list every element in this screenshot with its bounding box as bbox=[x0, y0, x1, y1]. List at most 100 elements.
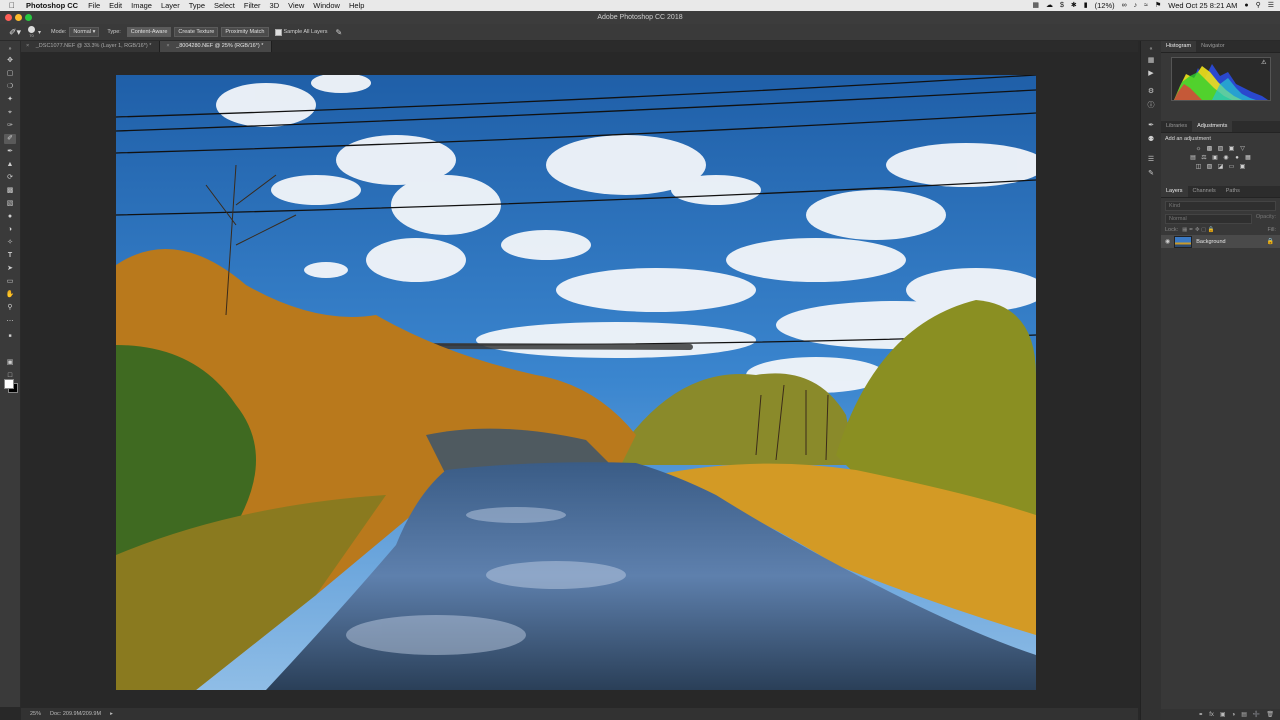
brushes-panel-icon[interactable]: ⚉ bbox=[1146, 135, 1156, 145]
tab-channels[interactable]: Channels bbox=[1188, 186, 1221, 197]
menu-help[interactable]: Help bbox=[349, 0, 364, 11]
tab-8004280[interactable]: × _8004280.NEF @ 25% (RGB/16*) * bbox=[160, 41, 273, 52]
link-layers-icon[interactable]: ⚭ bbox=[1198, 711, 1203, 718]
volume-icon[interactable]: ♪ bbox=[1134, 0, 1138, 11]
spot-healing-brush-tool-icon[interactable]: ✐ bbox=[4, 134, 16, 144]
menu-3d[interactable]: 3D bbox=[270, 0, 280, 11]
crop-tool-icon[interactable]: ⌖ bbox=[4, 108, 16, 118]
wifi-icon[interactable]: ≈ bbox=[1144, 0, 1148, 11]
canvas-area[interactable] bbox=[21, 52, 1138, 708]
edit-toolbar-icon[interactable]: ⋯ bbox=[4, 317, 16, 327]
eyedropper-tool-icon[interactable]: ✑ bbox=[4, 121, 16, 131]
pen-tool-icon[interactable]: ✧ bbox=[4, 238, 16, 248]
dropbox-icon[interactable]: ▦ bbox=[1032, 0, 1039, 11]
quick-mask-icon[interactable]: ▣ bbox=[4, 358, 16, 368]
brush-settings-icon[interactable]: ✒ bbox=[1146, 121, 1156, 131]
layer-style-icon[interactable]: fx bbox=[1209, 712, 1214, 718]
eraser-tool-icon[interactable]: ▩ bbox=[4, 186, 16, 196]
brush-dropdown-icon[interactable]: ▾ bbox=[38, 29, 41, 36]
hue-saturation-icon[interactable]: ▤ bbox=[1190, 155, 1197, 161]
menubar-clock[interactable]: Wed Oct 25 8:21 AM bbox=[1168, 0, 1237, 11]
blend-mode-select[interactable]: Normal bbox=[1165, 214, 1252, 224]
curves-icon[interactable]: ▨ bbox=[1217, 146, 1224, 152]
clone-stamp-tool-icon[interactable]: ▲ bbox=[4, 160, 16, 170]
photo-filter-icon[interactable]: ◉ bbox=[1223, 155, 1230, 161]
histogram-warning-icon[interactable]: ⚠ bbox=[1261, 59, 1266, 66]
creative-cloud-icon[interactable]: ∞ bbox=[1122, 0, 1127, 11]
vibrance-icon[interactable]: ▽ bbox=[1239, 146, 1246, 152]
flag-icon[interactable]: ⚑ bbox=[1155, 0, 1161, 11]
foreground-color-swatch[interactable] bbox=[4, 379, 14, 389]
spotlight-search-icon[interactable]: ⚲ bbox=[1256, 0, 1261, 11]
menu-layer[interactable]: Layer bbox=[161, 0, 180, 11]
new-group-icon[interactable]: ▤ bbox=[1241, 711, 1247, 718]
spot-healing-brush-preset-icon[interactable]: ✐▾ bbox=[6, 26, 24, 38]
paragraph-panel-icon[interactable]: ✎ bbox=[1146, 169, 1156, 179]
type-tool-icon[interactable]: T bbox=[4, 251, 16, 261]
dollar-icon[interactable]: $ bbox=[1060, 0, 1064, 11]
new-adjustment-layer-icon[interactable]: ◑ bbox=[1232, 712, 1236, 718]
add-mask-icon[interactable]: ▣ bbox=[1220, 711, 1226, 718]
app-menu[interactable]: Photoshop CC bbox=[26, 0, 78, 11]
gradient-tool-icon[interactable]: ▧ bbox=[4, 199, 16, 209]
tab-navigator[interactable]: Navigator bbox=[1196, 41, 1230, 52]
notification-center-icon[interactable]: ☰ bbox=[1268, 0, 1274, 11]
brush-tool-icon[interactable]: ✒ bbox=[4, 147, 16, 157]
character-panel-icon[interactable]: ☰ bbox=[1146, 155, 1156, 165]
posterize-icon[interactable]: ▧ bbox=[1206, 164, 1213, 170]
close-tab-icon[interactable]: × bbox=[166, 43, 169, 49]
exposure-icon[interactable]: ▣ bbox=[1228, 146, 1235, 152]
lock-icons[interactable]: ▦ ✒ ✥ ▢ 🔒 bbox=[1182, 227, 1215, 233]
zoom-window-icon[interactable] bbox=[25, 14, 32, 21]
menu-window[interactable]: Window bbox=[313, 0, 340, 11]
layer-row-background[interactable]: ◉ Background 🔒 bbox=[1161, 235, 1280, 248]
user-avatar-icon[interactable]: ● bbox=[1244, 0, 1248, 11]
menu-type[interactable]: Type bbox=[189, 0, 205, 11]
delete-layer-icon[interactable]: 🗑 bbox=[1266, 711, 1274, 718]
menu-filter[interactable]: Filter bbox=[244, 0, 261, 11]
mode-select[interactable]: Normal ▾ bbox=[69, 27, 100, 37]
move-tool-icon[interactable]: ✥ bbox=[4, 56, 16, 66]
pressure-size-icon[interactable]: ✎ bbox=[336, 28, 343, 37]
layer-lock-icon[interactable]: 🔒 bbox=[1267, 238, 1274, 245]
color-balance-icon[interactable]: ⚖ bbox=[1201, 155, 1208, 161]
zoom-tool-icon[interactable]: ⚲ bbox=[4, 303, 16, 313]
menu-view[interactable]: View bbox=[288, 0, 304, 11]
tab-paths[interactable]: Paths bbox=[1221, 186, 1245, 197]
close-window-icon[interactable] bbox=[5, 14, 12, 21]
tab-adjustments[interactable]: Adjustments bbox=[1192, 121, 1233, 132]
invert-icon[interactable]: ◫ bbox=[1195, 164, 1202, 170]
zoom-level[interactable]: 25% bbox=[30, 711, 41, 717]
document-photo[interactable] bbox=[116, 75, 1036, 690]
visibility-eye-icon[interactable]: ◉ bbox=[1165, 238, 1170, 245]
create-texture-button[interactable]: Create Texture bbox=[174, 27, 219, 37]
menu-select[interactable]: Select bbox=[214, 0, 235, 11]
tab-dsc1077[interactable]: × _DSC1077.NEF @ 33.3% (Layer 1, RGB/16*… bbox=[20, 41, 161, 52]
bluetooth-icon[interactable]: ✱ bbox=[1071, 0, 1077, 11]
collapse-tools-icon[interactable]: » bbox=[4, 44, 16, 54]
threshold-icon[interactable]: ◪ bbox=[1217, 164, 1224, 170]
gradient-map-icon[interactable]: ▭ bbox=[1228, 164, 1235, 170]
selective-color-icon[interactable]: ▣ bbox=[1239, 164, 1246, 170]
content-aware-button[interactable]: Content-Aware bbox=[126, 27, 172, 37]
actions-panel-icon[interactable]: ▶ bbox=[1146, 69, 1156, 79]
levels-icon[interactable]: ▩ bbox=[1206, 146, 1213, 152]
marquee-tool-icon[interactable]: ▢ bbox=[4, 69, 16, 79]
default-colors-icon[interactable]: ■ bbox=[4, 331, 16, 341]
tab-histogram[interactable]: Histogram bbox=[1161, 41, 1197, 52]
battery-icon[interactable]: ▮ bbox=[1084, 0, 1088, 11]
dodge-tool-icon[interactable]: ◑ bbox=[4, 225, 16, 235]
document-size[interactable]: Doc: 209.9M/209.9M bbox=[50, 711, 101, 717]
collapse-panels-icon[interactable]: « bbox=[1146, 44, 1156, 54]
tab-layers[interactable]: Layers bbox=[1161, 186, 1188, 197]
tab-libraries[interactable]: Libraries bbox=[1161, 121, 1192, 132]
menu-file[interactable]: File bbox=[88, 0, 100, 11]
shape-tool-icon[interactable]: ▭ bbox=[4, 277, 16, 287]
cloud-icon[interactable]: ☁ bbox=[1046, 0, 1053, 11]
apple-menu-icon[interactable]:  bbox=[9, 0, 17, 11]
quick-selection-tool-icon[interactable]: ✦ bbox=[4, 95, 16, 105]
close-tab-icon[interactable]: × bbox=[26, 43, 29, 49]
color-lookup-icon[interactable]: ▦ bbox=[1245, 155, 1252, 161]
hand-tool-icon[interactable]: ✋ bbox=[4, 290, 16, 300]
history-panel-icon[interactable]: ▦ bbox=[1146, 56, 1156, 66]
